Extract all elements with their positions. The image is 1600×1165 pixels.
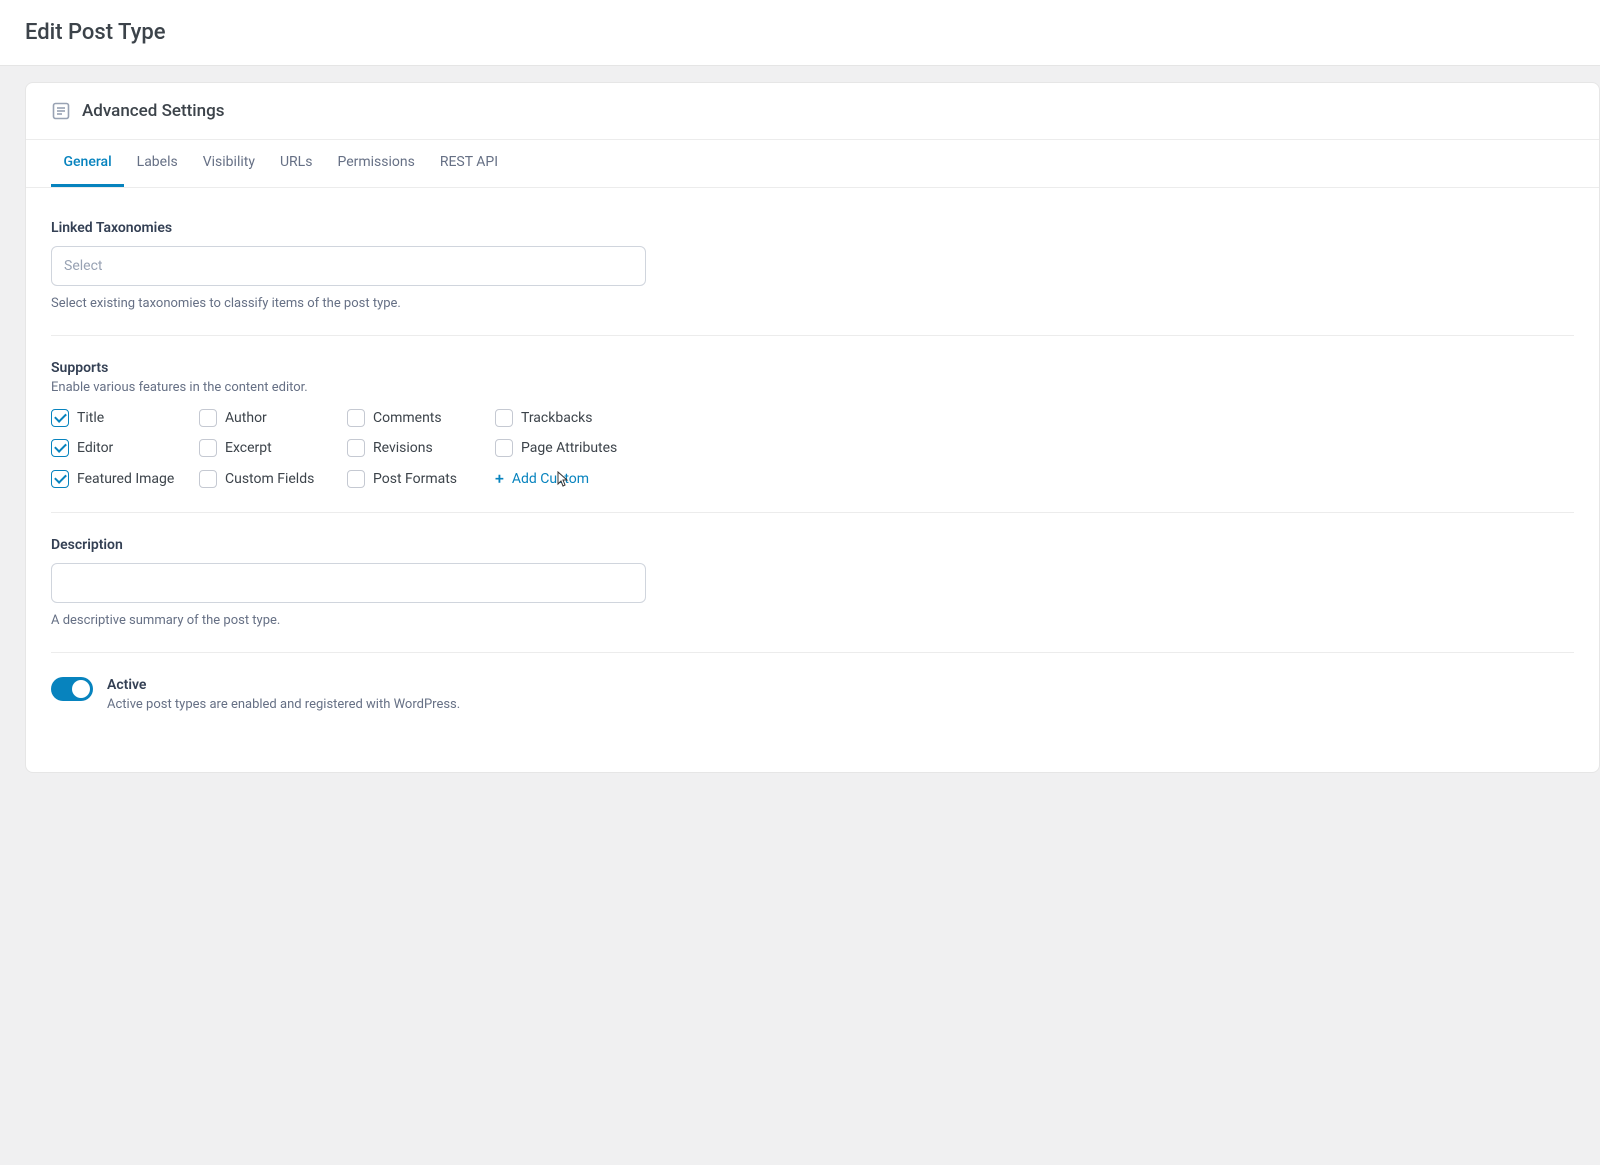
card-header: Advanced Settings — [26, 83, 1599, 140]
checkbox-item-comments[interactable]: Comments — [347, 409, 495, 427]
checkbox-item-author[interactable]: Author — [199, 409, 347, 427]
tab-rest-api[interactable]: REST API — [427, 140, 510, 187]
checkbox-label-revisions: Revisions — [373, 440, 433, 456]
linked-taxonomies-group: Linked Taxonomies Select existing taxono… — [51, 196, 1574, 336]
tabs: GeneralLabelsVisibilityURLsPermissionsRE… — [26, 140, 1599, 188]
linked-taxonomies-select[interactable] — [51, 246, 646, 286]
description-input[interactable] — [51, 563, 646, 603]
checkbox-label-title: Title — [77, 410, 104, 426]
checkbox-revisions[interactable] — [347, 439, 365, 457]
checkbox-label-excerpt: Excerpt — [225, 440, 272, 456]
active-toggle[interactable] — [51, 677, 93, 701]
checkbox-post-formats[interactable] — [347, 470, 365, 488]
supports-group: Supports Enable various features in the … — [51, 336, 1574, 513]
checkbox-item-revisions[interactable]: Revisions — [347, 439, 495, 457]
page-header: Edit Post Type — [0, 0, 1600, 66]
checkbox-item-post-formats[interactable]: Post Formats — [347, 470, 495, 488]
checkbox-comments[interactable] — [347, 409, 365, 427]
description-group: Description A descriptive summary of the… — [51, 513, 1574, 653]
active-group: Active Active post types are enabled and… — [51, 653, 1574, 736]
checkbox-label-page-attributes: Page Attributes — [521, 440, 617, 456]
advanced-settings-card: Advanced Settings GeneralLabelsVisibilit… — [25, 82, 1600, 773]
checkbox-featured-image[interactable] — [51, 470, 69, 488]
checkbox-page-attributes[interactable] — [495, 439, 513, 457]
checkbox-label-trackbacks: Trackbacks — [521, 410, 592, 426]
active-description: Active post types are enabled and regist… — [107, 697, 460, 712]
tab-visibility[interactable]: Visibility — [190, 140, 267, 187]
tab-permissions[interactable]: Permissions — [325, 140, 427, 187]
checkbox-item-excerpt[interactable]: Excerpt — [199, 439, 347, 457]
checkbox-item-page-attributes[interactable]: Page Attributes — [495, 439, 643, 457]
description-label: Description — [51, 537, 1574, 553]
linked-taxonomies-help: Select existing taxonomies to classify i… — [51, 296, 1574, 311]
supports-grid: Title Author Comments Trackbacks Editor Excer… — [51, 409, 1574, 488]
checkbox-item-title[interactable]: Title — [51, 409, 199, 427]
checkbox-custom-fields[interactable] — [199, 470, 217, 488]
tab-general[interactable]: General — [51, 140, 124, 187]
checkbox-item-editor[interactable]: Editor — [51, 439, 199, 457]
description-help: A descriptive summary of the post type. — [51, 613, 1574, 628]
checkbox-label-editor: Editor — [77, 440, 113, 456]
checkbox-label-featured-image: Featured Image — [77, 471, 174, 487]
add-custom-label: Add Custom — [512, 471, 589, 487]
checkbox-editor[interactable] — [51, 439, 69, 457]
checkbox-excerpt[interactable] — [199, 439, 217, 457]
checkbox-author[interactable] — [199, 409, 217, 427]
page-title: Edit Post Type — [25, 20, 1575, 45]
checkbox-label-post-formats: Post Formats — [373, 471, 457, 487]
checkbox-trackbacks[interactable] — [495, 409, 513, 427]
linked-taxonomies-label: Linked Taxonomies — [51, 220, 1574, 236]
checkbox-item-custom-fields[interactable]: Custom Fields — [199, 470, 347, 488]
supports-label: Supports — [51, 360, 1574, 376]
plus-icon: + — [495, 469, 504, 488]
checkbox-label-author: Author — [225, 410, 267, 426]
checkbox-label-comments: Comments — [373, 410, 442, 426]
checkbox-title[interactable] — [51, 409, 69, 427]
checkbox-item-featured-image[interactable]: Featured Image — [51, 470, 199, 488]
checkbox-item-trackbacks[interactable]: Trackbacks — [495, 409, 643, 427]
tab-labels[interactable]: Labels — [124, 140, 190, 187]
checkbox-label-custom-fields: Custom Fields — [225, 471, 314, 487]
settings-form-icon — [51, 101, 71, 121]
tab-urls[interactable]: URLs — [267, 140, 324, 187]
add-custom-button[interactable]: + Add Custom — [495, 469, 589, 488]
supports-sublabel: Enable various features in the content e… — [51, 380, 1574, 395]
card-title: Advanced Settings — [82, 101, 224, 121]
active-label: Active — [107, 677, 460, 693]
